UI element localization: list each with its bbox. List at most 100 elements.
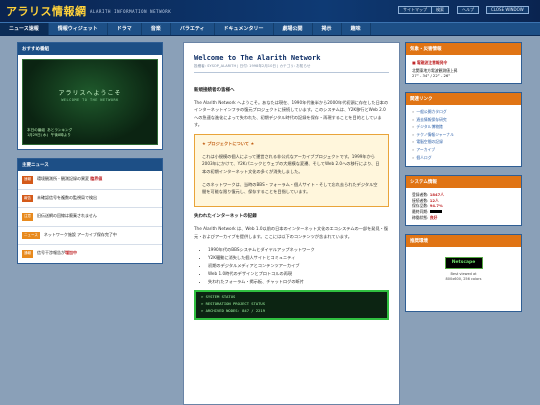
terminal-title: アラリスへようこそ xyxy=(58,90,122,97)
news-text: 旧伝送網の回線は廃棄されません xyxy=(37,213,97,218)
nav-drama[interactable]: ドラマ xyxy=(108,23,142,35)
stat-value: 94.7% xyxy=(429,203,443,209)
news-box: 主要ニュース 速報 環境観測所 - 観測記録の異変 臨界値 報告 未確認信号を複… xyxy=(17,158,163,264)
alert-box: 気象・災害情報 ■ 電磁波注意報発令 北関東地方電波観測値上昇 27° - 34… xyxy=(405,42,522,84)
news-tag: 通報 xyxy=(22,250,33,258)
redacted-swatch xyxy=(429,210,442,214)
related-link[interactable]: 個人ログ xyxy=(412,154,515,162)
news-text-main: 信号干渉報告が xyxy=(37,250,65,255)
list-item: Y2K騒動に消失した個人サイトとコミュニティ xyxy=(208,254,389,262)
article-intro: The Alarith Network へようこそ。あなたは現在、1990年代後… xyxy=(194,100,389,127)
alert-content: ■ 電磁波注意報発令 北関東地方電波観測値上昇 27° - 34° / 22° … xyxy=(406,55,521,83)
section-title: 失われたインターネットの記録 xyxy=(194,214,257,220)
nav-widget[interactable]: 情報ウィジェット xyxy=(49,23,108,35)
browser-title: 推奨環境 xyxy=(406,235,521,248)
article-greeting: 新規接続者の皆様へ xyxy=(194,88,235,93)
stat-value: 良好 xyxy=(429,214,438,220)
help-button[interactable]: ヘルプ xyxy=(457,6,479,14)
close-window-button[interactable]: CLOSE WINDOW xyxy=(486,6,529,14)
right-sidebar: 気象・災害情報 ■ 電磁波注意報発令 北関東地方電波観測値上昇 27° - 34… xyxy=(405,42,522,320)
nav-variety[interactable]: バラエティ xyxy=(171,23,215,35)
alert-title: 気象・災害情報 xyxy=(406,43,521,55)
notice-paragraph: これは小規模の個人によって運営される非公式なアーカイブプロジェクトです。1999… xyxy=(202,154,380,174)
related-link[interactable]: アーカイブ xyxy=(412,146,515,154)
browser-text: 800x600, 256 colors xyxy=(445,276,482,281)
related-link[interactable]: デジタル博物館 xyxy=(412,123,515,131)
system-info-title: システム情報 xyxy=(406,176,521,189)
project-notice: ★ プロジェクトについて ★ これは小規模の個人によって運営される非公式なアーカ… xyxy=(194,134,389,208)
featured-box: おすすめ番組 アラリスへようこそ WELCOME TO THE NETWORK … xyxy=(17,42,163,150)
stat-label: 登録者数: xyxy=(412,192,430,198)
search-button[interactable]: 検索 xyxy=(431,6,449,14)
site-subtitle: ALARITH INFORMATION NETWORK xyxy=(90,9,172,14)
terminal-subtitle: WELCOME TO THE NETWORK xyxy=(61,98,119,102)
left-sidebar: おすすめ番組 アラリスへようこそ WELCOME TO THE NETWORK … xyxy=(17,42,163,272)
terminal-line: 1月29日(水) 午後8時より xyxy=(27,133,71,137)
related-link[interactable]: 過去情報保存研究 xyxy=(412,116,515,124)
browser-box: 推奨環境 Netscape Best viewed at 800x600, 25… xyxy=(405,234,522,313)
news-title: 主要ニュース xyxy=(18,159,162,171)
netscape-badge[interactable]: Netscape xyxy=(444,257,483,270)
news-tag: 速報 xyxy=(22,176,33,184)
welcome-terminal[interactable]: アラリスへようこそ WELCOME TO THE NETWORK 本日の番組 あ… xyxy=(22,59,158,145)
news-tag: ニュース xyxy=(22,231,40,239)
main-nav: ニュース速報 情報ウィジェット ドラマ 音楽 バラエティ ドキュメンタリー 劇場… xyxy=(0,22,540,36)
news-item[interactable]: 報告 未確認信号を複数の監視局で検出 xyxy=(18,190,162,208)
news-text: 未確認信号を複数の監視局で検出 xyxy=(37,194,97,200)
alert-line: 27° - 34° / 22° - 26° xyxy=(412,73,451,78)
news-text: 信号干渉報告が増加中 xyxy=(37,250,77,256)
content-list: 1990年代のBBSシステムとダイヤルアップネットワーク Y2K騒動に消失した個… xyxy=(194,246,389,286)
news-item[interactable]: 通報 信号干渉報告が増加中 xyxy=(18,245,162,263)
links-box: 関連リンク 一般公開カタログ 過去情報保存研究 デジタル博物館 テクノ情報ジャー… xyxy=(405,92,522,168)
stat-label: 接続者数: xyxy=(412,197,430,203)
terminal-footer: 本日の番組 あとランキング 1月29日(水) 午後8時より xyxy=(27,128,72,138)
nav-music[interactable]: 音楽 xyxy=(142,23,171,35)
nav-documentary[interactable]: ドキュメンタリー xyxy=(215,23,274,35)
site-logo[interactable]: アラリス情報網 xyxy=(6,3,87,19)
news-tag: 報告 xyxy=(22,194,33,202)
list-item: 失われたフォーラム・掲示板、チャットログの断片 xyxy=(208,278,389,286)
article-meta: 投稿者: SYSOP_ALARITH | 日付: 1998年2月10日 | カテ… xyxy=(194,64,389,73)
console-line: > RESTORATION PROJECT STATUS xyxy=(201,300,266,306)
news-tag: 注意 xyxy=(22,213,33,221)
featured-title: おすすめ番組 xyxy=(18,43,162,55)
news-item[interactable]: 速報 環境観測所 - 観測記録の異変 臨界値 xyxy=(18,171,162,190)
sitemap-button[interactable]: サイトマップ xyxy=(398,6,432,14)
news-text: 環境観測所 - 観測記録の異変 臨界値 xyxy=(37,176,102,182)
stat-value: 12人 xyxy=(429,197,439,203)
system-stats: 登録者数: 1847人 接続者数: 12人 保存品数: 94.7% 最終同期: … xyxy=(406,188,521,225)
section-paragraph: The Alarith Network は、Web 1.0以前の日本のインターネ… xyxy=(194,226,389,239)
console-line: > ARCHIVED NODES: 847 / 2219 xyxy=(201,307,266,313)
related-link[interactable]: 一般公開カタログ xyxy=(412,108,515,116)
news-highlight: 増加中 xyxy=(65,250,77,255)
links-title: 関連リンク xyxy=(406,93,521,105)
stat-value: 1847人 xyxy=(429,192,445,198)
notice-paragraph: このネットワークは、当時のBBS・フォーラム・個人サイト・そして忘れ去られたデジ… xyxy=(202,181,378,195)
link-list: 一般公開カタログ 過去情報保存研究 デジタル博物館 テクノ情報ジャーナル 電脳空… xyxy=(406,105,521,166)
article-title: Welcome to The Alarith Network xyxy=(194,54,321,62)
main-article: Welcome to The Alarith Network 投稿者: SYSO… xyxy=(183,42,400,405)
nav-board[interactable]: 掲示 xyxy=(313,23,342,35)
news-text: ネットワーク施設 アーカイブ保存完了中 xyxy=(43,231,117,237)
alert-link[interactable]: ■ 電磁波注意報発令 xyxy=(412,60,515,65)
list-item: Web 1.0時代のデザインとプロトコルの再現 xyxy=(208,270,389,278)
stat-label: 稼働状態: xyxy=(412,214,430,220)
nav-theater[interactable]: 劇場公開 xyxy=(274,23,313,35)
notice-title: ★ プロジェクトについて ★ xyxy=(202,141,255,147)
related-link[interactable]: 電脳空間の記録 xyxy=(412,138,515,146)
site-header: アラリス情報網 ALARITH INFORMATION NETWORK サイトマ… xyxy=(0,0,540,22)
news-item[interactable]: 注意 旧伝送網の回線は廃棄されません xyxy=(18,208,162,227)
console-line: > SYSTEM STATUS xyxy=(201,293,236,299)
notice-title-text: プロジェクトについて xyxy=(207,141,249,147)
news-item[interactable]: ニュース ネットワーク施設 アーカイブ保存完了中 xyxy=(18,227,162,245)
nav-news[interactable]: ニュース速報 xyxy=(0,23,49,35)
stat-label: 最終同期: xyxy=(412,208,430,214)
list-item: 1990年代のBBSシステムとダイヤルアップネットワーク xyxy=(208,246,389,254)
system-info-box: システム情報 登録者数: 1847人 接続者数: 12人 保存品数: 94.7%… xyxy=(405,175,522,227)
stat-label: 保存品数: xyxy=(412,203,430,209)
news-highlight: 臨界値 xyxy=(90,176,103,181)
related-link[interactable]: テクノ情報ジャーナル xyxy=(412,131,515,139)
article-body: 新規接続者の皆様へ The Alarith Network へようこそ。あなたは… xyxy=(184,73,399,328)
nav-hobby[interactable]: 趣味 xyxy=(342,23,371,35)
news-text-main: 環境観測所 - 観測記録の異変 xyxy=(37,176,91,181)
